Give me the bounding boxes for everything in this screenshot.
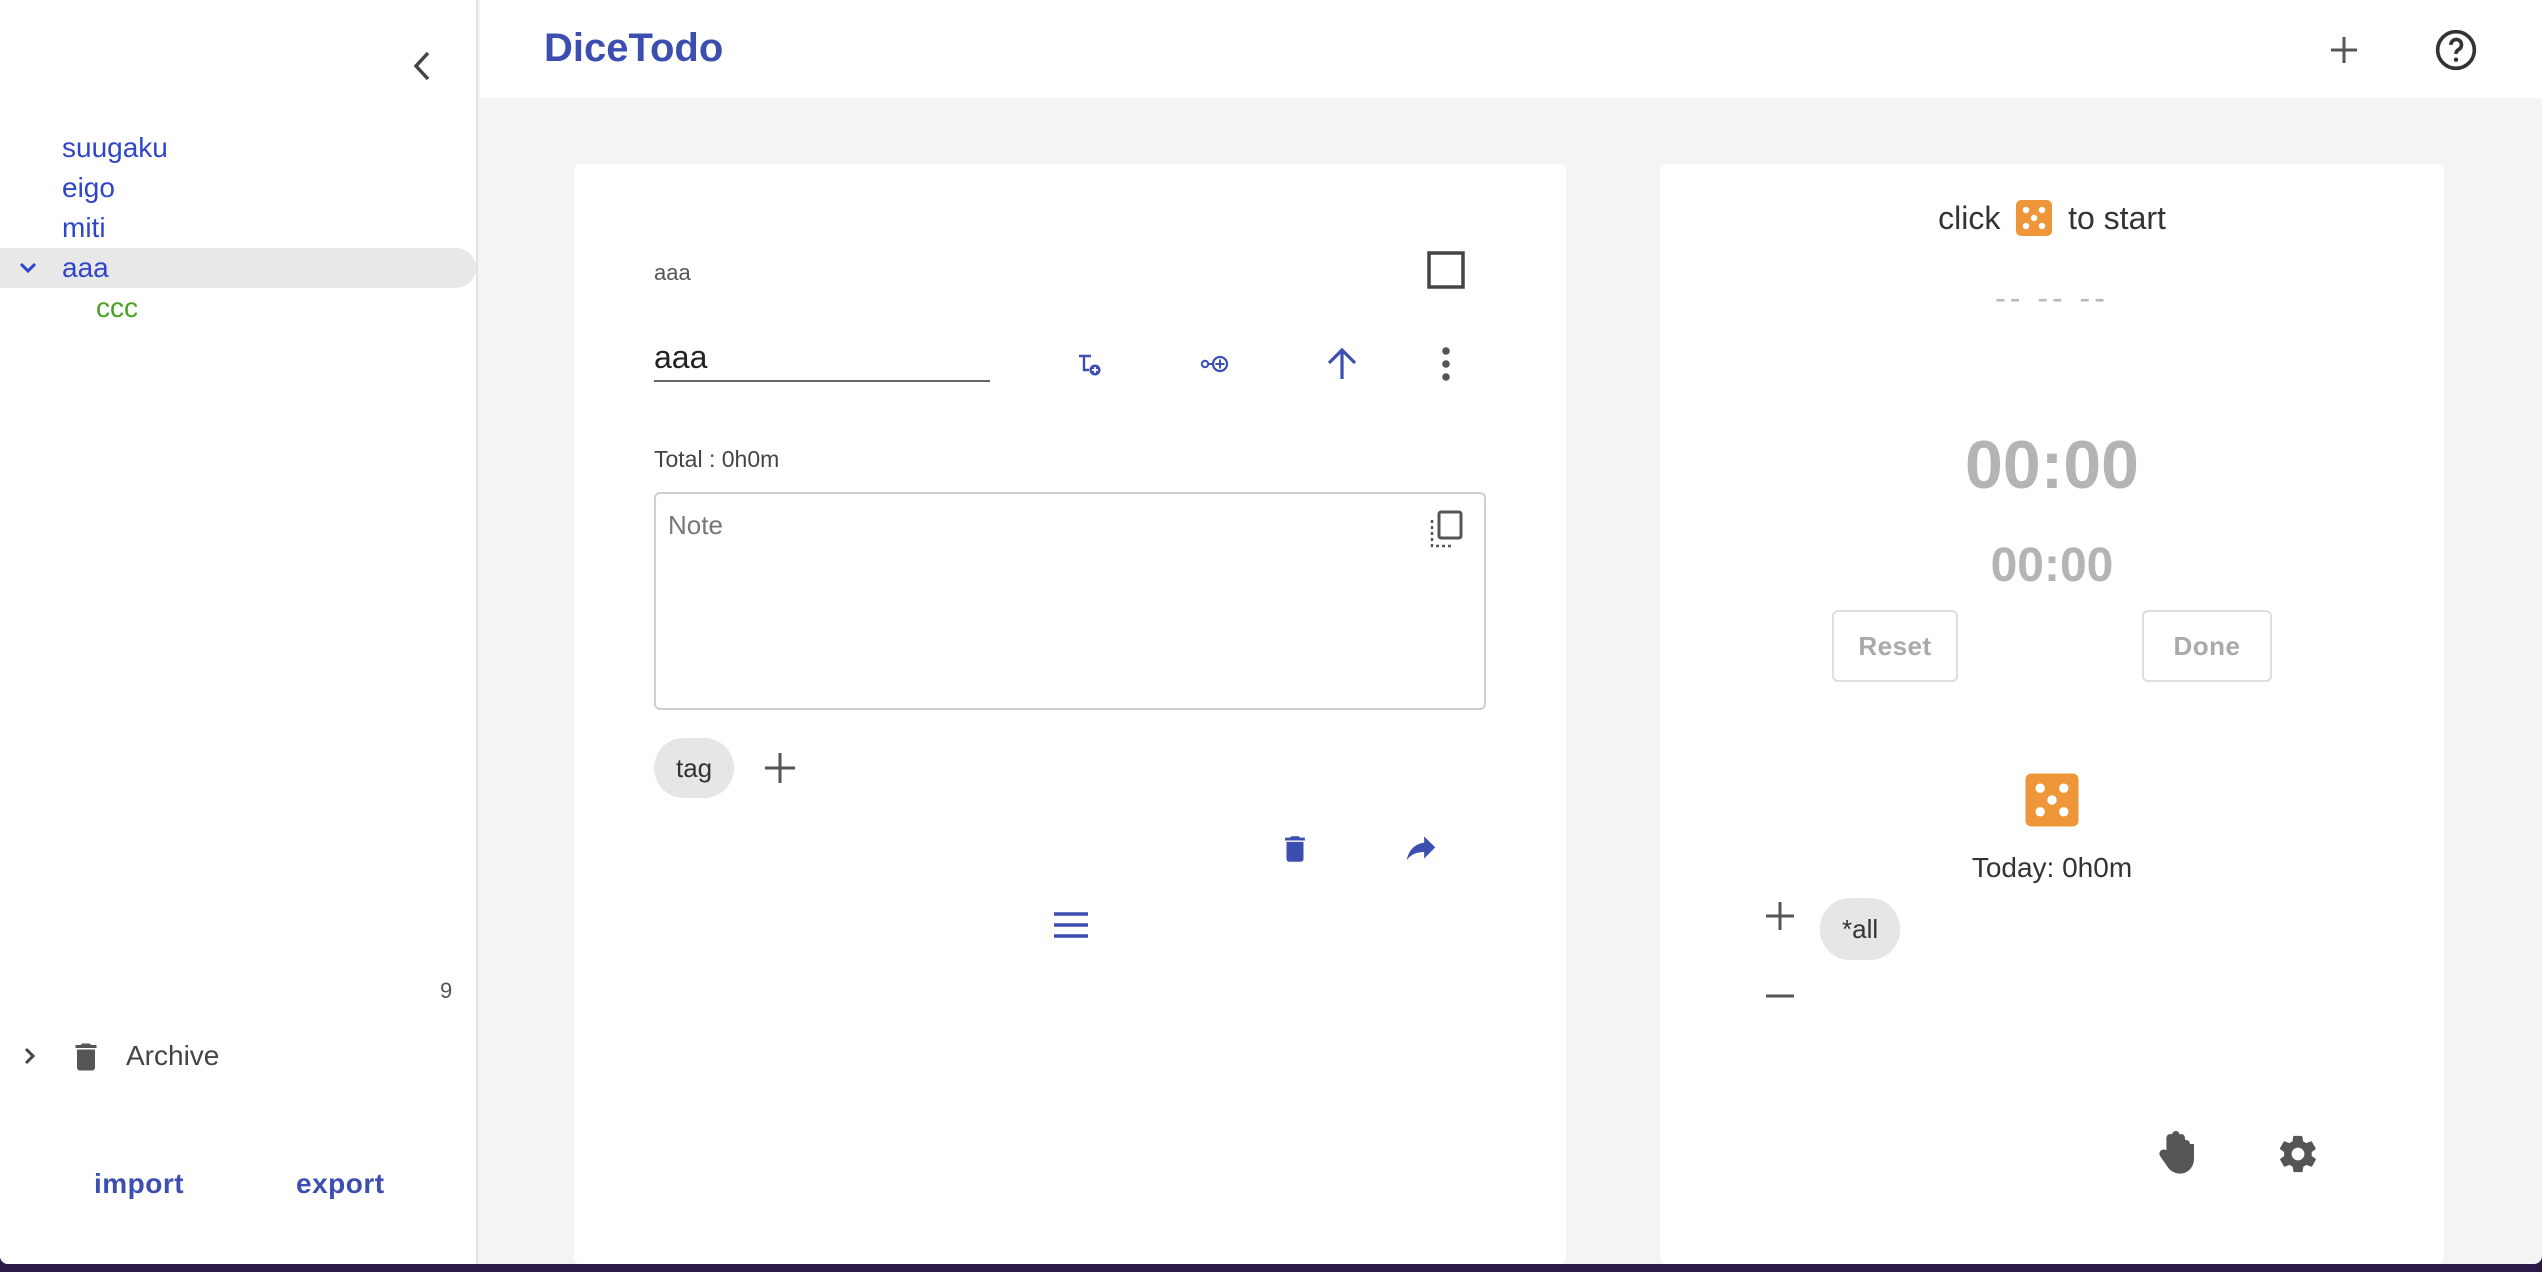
add-sibling-button[interactable] <box>1194 342 1238 386</box>
hand-icon <box>2159 1131 2194 1174</box>
done-button[interactable]: Done <box>2142 610 2272 682</box>
subtask-add-icon <box>1079 354 1101 376</box>
sidebar-item-label: aaa <box>62 252 109 283</box>
total-time: Total : 0h0m <box>654 446 780 472</box>
share-button[interactable] <box>1396 824 1446 874</box>
sidebar-item-label: eigo <box>62 172 115 203</box>
breadcrumb: aaa <box>654 260 691 285</box>
delete-button[interactable] <box>1270 824 1320 874</box>
sidebar-item-label: ccc <box>96 292 138 323</box>
arrow-up-icon <box>1327 347 1357 379</box>
sidebar-item-archive[interactable]: Archive <box>0 1032 476 1080</box>
task-count: 9 <box>440 978 453 1003</box>
dice-icon <box>2016 199 2053 236</box>
chevron-right-icon <box>24 1047 36 1065</box>
sidebar: suugaku eigo miti aaa ccc 9 Archive impo… <box>0 0 478 1264</box>
timer-sub: 00:00 <box>1990 539 2114 592</box>
start-hint: click to start <box>1660 199 2444 240</box>
note-textarea[interactable] <box>654 492 1486 710</box>
task-detail-card: aaa aaa Total: 0h0m Note tag <box>574 164 1566 1264</box>
reset-button[interactable]: Reset <box>1832 610 1958 682</box>
chevron-down-icon[interactable] <box>16 256 40 280</box>
task-done-checkbox[interactable] <box>1426 250 1466 290</box>
more-vert-icon <box>1442 347 1450 381</box>
gear-icon <box>2279 1135 2316 1173</box>
app-title: DiceTodo <box>544 26 724 70</box>
app-header: DiceTodo <box>480 0 2542 98</box>
help-button[interactable] <box>2430 24 2482 76</box>
sidebar-item-aaa[interactable]: aaa <box>0 248 476 288</box>
export-button[interactable]: export <box>296 1168 385 1200</box>
sidebar-item-eigo[interactable]: eigo <box>0 168 476 208</box>
copy-icon[interactable] <box>1426 508 1466 552</box>
import-button[interactable]: import <box>94 1168 184 1200</box>
sidebar-item-label: suugaku <box>62 132 168 163</box>
more-options-button[interactable] <box>1424 342 1468 386</box>
task-title-input[interactable] <box>654 334 990 382</box>
add-filter-button[interactable] <box>1758 894 1802 938</box>
settings-button[interactable] <box>2270 1126 2326 1182</box>
hint-text-before: click <box>1938 200 2001 236</box>
timer-card: click to start -- -- -- 00:00 00:00 Rese… <box>1660 164 2444 1264</box>
tag-chip[interactable]: tag <box>654 738 735 798</box>
add-tag-button[interactable] <box>758 746 802 790</box>
sidebar-item-ccc[interactable]: ccc <box>0 288 476 328</box>
add-task-button[interactable] <box>2318 24 2370 76</box>
collapse-sidebar-button[interactable] <box>398 44 446 88</box>
sidebar-item-suugaku[interactable]: suugaku <box>0 128 476 168</box>
filter-chip-all[interactable]: *all <box>1820 898 1901 960</box>
sidebar-item-miti[interactable]: miti <box>0 208 476 248</box>
plus-icon <box>2331 37 2357 63</box>
move-up-button[interactable] <box>1320 342 1364 386</box>
today-total: Today: 0h0m <box>1971 852 2133 883</box>
app-window: suugaku eigo miti aaa ccc 9 Archive impo… <box>0 0 2542 1264</box>
help-icon <box>2435 29 2477 71</box>
pause-hand-button[interactable] <box>2144 1126 2200 1182</box>
menu-icon <box>1054 912 1088 938</box>
sidebar-item-label: miti <box>62 212 106 243</box>
drag-handle[interactable] <box>1046 900 1096 950</box>
timer-main: 00:00 <box>1965 427 2139 503</box>
remove-filter-button[interactable] <box>1758 974 1802 1018</box>
project-tree: suugaku eigo miti aaa ccc <box>0 128 476 328</box>
trash-icon <box>1285 836 1305 862</box>
sibling-add-icon <box>1200 355 1229 373</box>
roll-dice-button[interactable] <box>2024 772 2080 828</box>
current-task-placeholder: -- -- -- <box>1995 280 2109 316</box>
forward-arrow-icon <box>1406 836 1436 861</box>
chevron-left-icon <box>413 51 430 81</box>
add-subtask-button[interactable] <box>1068 342 1112 386</box>
trash-icon <box>75 1043 97 1071</box>
archive-label: Archive <box>126 1040 220 1071</box>
hint-text-after: to start <box>2068 200 2166 236</box>
